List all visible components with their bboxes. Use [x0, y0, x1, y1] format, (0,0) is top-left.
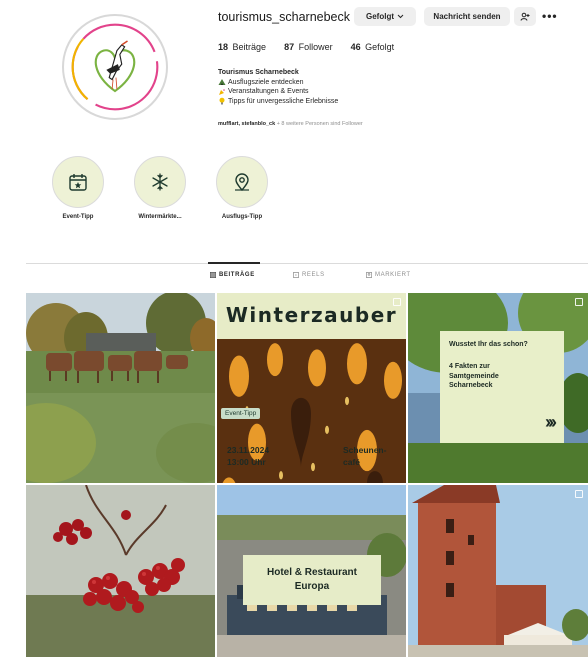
highlight-cover	[216, 156, 268, 208]
highlight-label: Wintermärkte...	[138, 214, 182, 220]
hotel-line-1: Hotel & Restaurant	[266, 567, 357, 578]
party-emoji-icon	[219, 88, 225, 95]
followed-by-text[interactable]: mufflart, stefanblo_ck + 8 weitere Perso…	[218, 121, 363, 127]
bio-line-3: Tipps für unvergessliche Erlebnisse	[228, 97, 339, 105]
highlight-cover	[134, 156, 186, 208]
posts-count: 18	[218, 42, 229, 52]
profile-username: tourismus_scharnebeck	[218, 10, 351, 24]
post-winterzauber[interactable]: Winterzauber Event-Tipp 23.11.2024 13:00…	[217, 293, 406, 483]
event-location-line-1: Scheunen-	[343, 445, 387, 455]
event-tip-badge: Event-Tipp	[221, 408, 261, 419]
snowflake-icon	[152, 173, 168, 191]
cows-meadow-image	[26, 293, 215, 483]
camping-emoji-icon	[218, 79, 226, 86]
scharnebeck-logo	[71, 23, 159, 111]
tab-posts[interactable]: BEITRÄGE	[210, 272, 255, 278]
carousel-icon	[575, 298, 583, 306]
hotel-card: Hotel & Restaurant Europa	[243, 555, 381, 605]
posts-stat[interactable]: 18 Beiträge	[218, 42, 266, 52]
facts-line-1: 4 Fakten zur	[449, 363, 490, 370]
tagged-icon	[366, 272, 372, 278]
calendar-star-icon	[69, 174, 87, 191]
following-stat[interactable]: 46 Gefolgt	[351, 42, 395, 52]
send-message-button[interactable]: Nachricht senden	[424, 7, 510, 26]
brick-tower-image	[408, 485, 588, 657]
carousel-icon	[575, 490, 583, 498]
grid-icon	[210, 272, 216, 278]
facts-headline: 4 Fakten zur Samtgemeinde Scharnebeck	[449, 362, 555, 391]
following-button[interactable]: Gefolgt	[354, 7, 416, 26]
facts-card: Wusstet Ihr das schon? 4 Fakten zur Samt…	[440, 331, 564, 443]
event-location: Scheunen- café	[343, 444, 386, 468]
lightbulb-emoji-icon	[219, 97, 225, 105]
profile-avatar[interactable]	[62, 14, 168, 120]
event-location-line-2: café	[343, 457, 361, 467]
tab-tagged-label: MARKIERT	[375, 272, 411, 278]
event-date: 23.11.2024	[227, 445, 270, 455]
followers-count: 87	[284, 42, 295, 52]
arrows-icon: ›››	[545, 412, 557, 432]
followed-by-rest: + 8 weitere Personen sind Follower	[276, 121, 363, 127]
following-label: Gefolgt	[365, 42, 395, 52]
post-fakten[interactable]: Wusstet Ihr das schon? 4 Fakten zur Samt…	[408, 293, 588, 483]
event-datetime: 23.11.2024 13:00 Uhr	[227, 444, 269, 468]
suggest-accounts-button[interactable]	[514, 7, 536, 26]
event-time: 13:00 Uhr	[227, 457, 266, 467]
chevron-down-icon	[397, 14, 404, 19]
highlight-label: Event-Tipp	[62, 214, 94, 220]
tab-reels-label: REELS	[302, 272, 325, 278]
facts-line-2: Samtgemeinde	[449, 372, 499, 380]
profile-stats: 18 Beiträge 87 Follower 46 Gefolgt	[218, 42, 412, 52]
rowan-berries-image	[26, 485, 215, 657]
post-rowan-berries[interactable]	[26, 485, 215, 657]
post-brick-tower[interactable]	[408, 485, 588, 657]
tab-posts-label: BEITRÄGE	[219, 272, 255, 278]
hotel-line-2: Europa	[294, 581, 330, 592]
followers-stat[interactable]: 87 Follower	[284, 42, 333, 52]
facts-line-3: Scharnebeck	[449, 382, 493, 389]
winterzauber-title: Winterzauber	[225, 303, 398, 327]
following-count: 46	[350, 42, 361, 52]
post-hotel-europa[interactable]: Hotel & Restaurant Europa	[217, 485, 406, 657]
post-cows-meadow[interactable]	[26, 293, 215, 483]
active-tab-indicator	[208, 262, 260, 264]
highlight-cover	[52, 156, 104, 208]
facts-question: Wusstet Ihr das schon?	[449, 341, 528, 348]
tab-reels[interactable]: REELS	[293, 272, 325, 278]
reels-icon	[293, 272, 299, 278]
profile-bio: Tourismus Scharnebeck Ausflugsziele entd…	[218, 68, 338, 106]
more-options-button[interactable]: •••	[542, 9, 558, 23]
posts-label: Beiträge	[232, 42, 267, 52]
bio-line-2: Veranstaltungen & Events	[228, 88, 309, 95]
bio-name: Tourismus Scharnebeck	[218, 69, 299, 76]
highlight-event-tipp[interactable]: Event-Tipp	[50, 156, 106, 220]
following-button-label: Gefolgt	[366, 12, 394, 21]
highlight-wintermaerkte[interactable]: Wintermärkte...	[132, 156, 188, 220]
followed-by-names: mufflart, stefanblo_ck	[218, 121, 276, 127]
send-message-label: Nachricht senden	[433, 12, 501, 21]
add-user-icon	[520, 12, 530, 21]
map-pin-icon	[235, 173, 249, 192]
highlight-ausflugs-tipp[interactable]: Ausflugs-Tipp	[214, 156, 270, 220]
tab-tagged[interactable]: MARKIERT	[366, 272, 411, 278]
bio-line-1: Ausflugsziele entdecken	[228, 78, 304, 86]
tabs-divider	[26, 263, 588, 264]
highlight-label: Ausflugs-Tipp	[221, 214, 263, 220]
carousel-icon	[393, 298, 401, 306]
followers-label: Follower	[298, 42, 333, 52]
